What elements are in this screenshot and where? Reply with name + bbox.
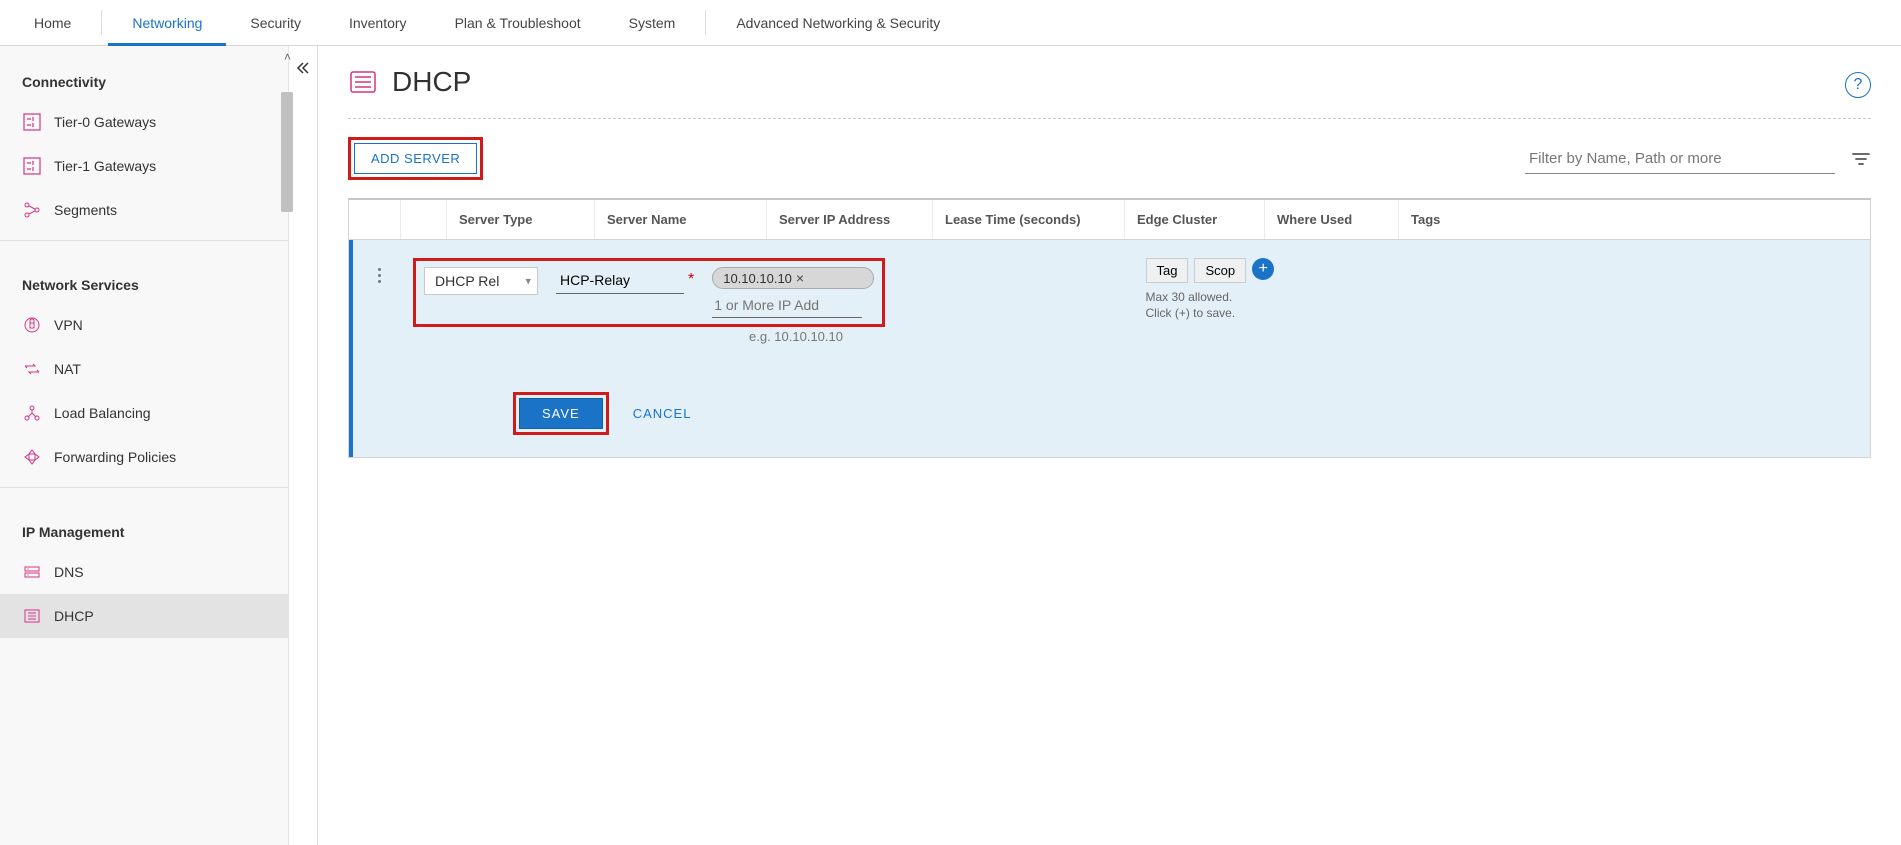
chevron-down-icon: ▾ xyxy=(525,275,531,288)
nav-system[interactable]: System xyxy=(605,0,700,45)
nav-separator xyxy=(101,10,102,35)
divider xyxy=(348,118,1871,119)
sidebar-item-label: Load Balancing xyxy=(54,405,151,421)
load-balancing-icon xyxy=(22,403,42,423)
row-actions: SAVE CANCEL xyxy=(513,392,1130,435)
sidebar-item-label: NAT xyxy=(54,361,81,377)
sidebar-scrollbar[interactable] xyxy=(281,92,293,212)
sidebar-item-label: VPN xyxy=(54,317,83,333)
col-tags: Tags xyxy=(1399,200,1870,239)
sidebar-item-forwarding[interactable]: Forwarding Policies xyxy=(0,435,288,479)
tag-button[interactable]: Tag xyxy=(1146,258,1189,283)
segments-icon xyxy=(22,200,42,220)
annotation-highlight: ADD SERVER xyxy=(348,137,483,180)
page-title: DHCP xyxy=(392,66,471,98)
dns-icon xyxy=(22,562,42,582)
collapse-sidebar-button[interactable] xyxy=(293,58,313,78)
col-server-ip: Server IP Address xyxy=(767,200,933,239)
ip-address-input[interactable] xyxy=(712,293,862,318)
save-button[interactable]: SAVE xyxy=(519,398,603,429)
nat-icon xyxy=(22,359,42,379)
gateway-icon xyxy=(22,112,42,132)
top-nav: Home Networking Security Inventory Plan … xyxy=(0,0,1901,46)
grid-header: Server Type Server Name Server IP Addres… xyxy=(349,200,1870,240)
sidebar-group-network-services: Network Services xyxy=(0,249,288,303)
scope-button[interactable]: Scop xyxy=(1194,258,1246,283)
sidebar-item-label: DHCP xyxy=(54,608,94,624)
nav-separator xyxy=(705,10,706,35)
filter-input[interactable] xyxy=(1525,144,1835,174)
server-type-select[interactable]: DHCP Rel ▾ xyxy=(424,267,538,295)
sidebar-item-nat[interactable]: NAT xyxy=(0,347,288,391)
dhcp-page-icon xyxy=(348,67,378,97)
sidebar-item-dns[interactable]: DNS xyxy=(0,550,288,594)
help-button[interactable]: ? xyxy=(1845,72,1871,98)
sidebar-item-label: Tier-0 Gateways xyxy=(54,114,156,130)
toolbar: ADD SERVER xyxy=(348,137,1871,180)
chevron-double-left-icon xyxy=(295,60,311,76)
plus-icon: + xyxy=(1258,260,1267,278)
sidebar-item-label: Forwarding Policies xyxy=(54,449,176,465)
annotation-highlight: SAVE xyxy=(513,392,609,435)
page-header: DHCP ? xyxy=(348,66,1871,98)
sidebar-item-tier1[interactable]: Tier-1 Gateways xyxy=(0,144,288,188)
nav-security[interactable]: Security xyxy=(226,0,325,45)
sidebar-item-load-balancing[interactable]: Load Balancing xyxy=(0,391,288,435)
sidebar-group-ip-management: IP Management xyxy=(0,496,288,550)
select-value: DHCP Rel xyxy=(435,273,499,289)
required-indicator: * xyxy=(688,271,694,289)
server-name-input[interactable] xyxy=(556,267,684,294)
col-server-name: Server Name xyxy=(595,200,767,239)
add-tag-button[interactable]: + xyxy=(1252,258,1274,280)
nav-plan-troubleshoot[interactable]: Plan & Troubleshoot xyxy=(431,0,605,45)
col-expand xyxy=(401,200,447,239)
vpn-icon xyxy=(22,315,42,335)
sidebar-group-connectivity: Connectivity xyxy=(0,46,288,100)
tags-limit-note: Max 30 allowed. Click (+) to save. xyxy=(1146,289,1256,321)
annotation-highlight: DHCP Rel ▾ * 10.10.10.10 xyxy=(413,258,885,327)
col-where-used: Where Used xyxy=(1265,200,1399,239)
forwarding-icon xyxy=(22,447,42,467)
nav-home[interactable]: Home xyxy=(10,0,95,45)
nav-advanced[interactable]: Advanced Networking & Security xyxy=(712,0,964,45)
table-row: DHCP Rel ▾ * 10.10.10.10 xyxy=(349,240,1870,457)
nav-inventory[interactable]: Inventory xyxy=(325,0,431,45)
col-edge-cluster: Edge Cluster xyxy=(1125,200,1265,239)
sidebar-divider xyxy=(0,240,288,241)
sidebar-item-segments[interactable]: Segments xyxy=(0,188,288,232)
sidebar-item-dhcp[interactable]: DHCP xyxy=(0,594,288,638)
col-lease-time: Lease Time (seconds) xyxy=(933,200,1125,239)
sidebar-item-label: Tier-1 Gateways xyxy=(54,158,156,174)
col-server-type: Server Type xyxy=(447,200,595,239)
sidebar-divider xyxy=(0,487,288,488)
remove-chip-icon[interactable]: × xyxy=(796,270,804,286)
filter-icon[interactable] xyxy=(1851,149,1871,169)
dhcp-grid: Server Type Server Name Server IP Addres… xyxy=(348,198,1871,458)
col-menu xyxy=(349,200,401,239)
nav-networking[interactable]: Networking xyxy=(108,0,226,45)
question-icon: ? xyxy=(1854,76,1863,94)
sidebar-item-tier0[interactable]: Tier-0 Gateways xyxy=(0,100,288,144)
sidebar: Connectivity Tier-0 Gateways Tier-1 Gate… xyxy=(0,46,318,845)
ip-chip[interactable]: 10.10.10.10 × xyxy=(712,267,874,289)
add-server-button[interactable]: ADD SERVER xyxy=(354,143,477,174)
sidebar-item-label: Segments xyxy=(54,202,117,218)
chip-label: 10.10.10.10 xyxy=(723,271,792,286)
sidebar-item-vpn[interactable]: VPN xyxy=(0,303,288,347)
main-content: DHCP ? ADD SERVER Server Type xyxy=(318,46,1901,845)
row-menu-button[interactable] xyxy=(361,258,397,283)
scroll-up-arrow-icon[interactable]: ˄ xyxy=(284,50,291,64)
dhcp-icon xyxy=(22,606,42,626)
sidebar-item-label: DNS xyxy=(54,564,84,580)
gateway-icon xyxy=(22,156,42,176)
cancel-button[interactable]: CANCEL xyxy=(633,406,692,421)
ip-hint: e.g. 10.10.10.10 xyxy=(749,329,1130,344)
